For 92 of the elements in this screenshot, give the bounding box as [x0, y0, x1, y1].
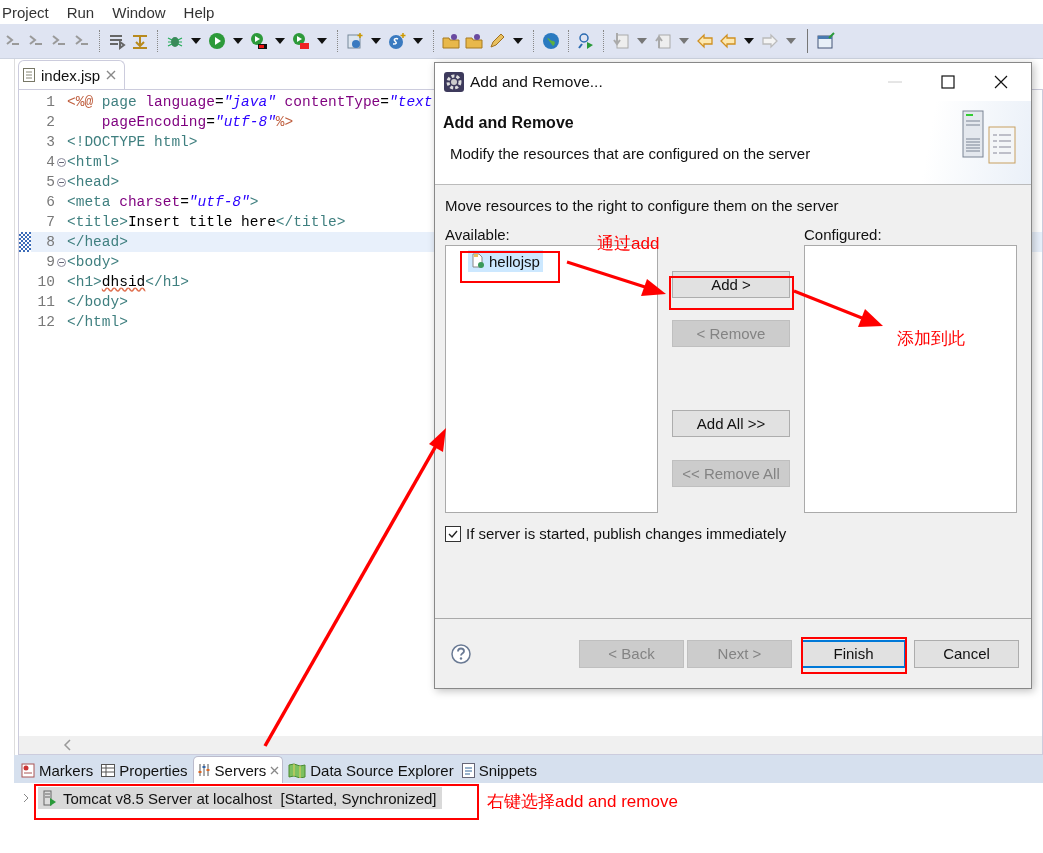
code-line: </head>: [67, 234, 128, 250]
code-line: <h1>dhsid</h1>: [67, 274, 189, 290]
view-tab[interactable]: Data Source Explorer: [285, 757, 457, 783]
back-star-icon[interactable]: [696, 32, 714, 50]
new-server-icon[interactable]: [346, 32, 364, 50]
expand-chevron-icon[interactable]: [22, 792, 30, 804]
sliders-icon: [196, 763, 211, 777]
down-document-icon[interactable]: [612, 32, 630, 50]
snippet-icon: [461, 762, 475, 778]
list-label: Configured:: [804, 226, 883, 243]
folder-icon[interactable]: [465, 32, 483, 50]
line-number: 11: [36, 294, 55, 310]
scroll-left-icon[interactable]: [63, 739, 71, 751]
s-circle-icon[interactable]: [388, 32, 406, 50]
view-tab[interactable]: Properties: [98, 757, 191, 783]
menu-item[interactable]: Project: [2, 3, 49, 21]
file-icon: [23, 68, 35, 82]
dialog-button[interactable]: Finish: [801, 639, 906, 668]
code-line: <body>: [67, 254, 120, 270]
menu-item[interactable]: Run: [66, 3, 95, 21]
line-number: 2: [45, 114, 55, 130]
view-tab[interactable]: Snippets: [458, 757, 540, 783]
line-number: 5: [45, 174, 55, 190]
code-line: <html>: [67, 154, 120, 170]
server-item[interactable]: Tomcat v8.5 Server at localhost [Started, Synchronized]: [38, 787, 442, 809]
annotation-text: 右键选择add and remove: [487, 791, 678, 813]
menu-item[interactable]: Window: [112, 3, 166, 21]
close-icon[interactable]: [993, 74, 1009, 90]
dropdown-caret-icon[interactable]: [513, 38, 523, 44]
run-badge-icon[interactable]: [250, 32, 268, 50]
line-number: 8: [45, 234, 55, 250]
dialog-description: Modify the resources that are configured on the server: [449, 145, 812, 162]
up-document-icon[interactable]: [654, 32, 672, 50]
editor-tab[interactable]: index.jsp: [18, 60, 126, 89]
menu-item[interactable]: Help: [183, 3, 215, 21]
pen-icon[interactable]: [488, 32, 506, 50]
gear-icon: [444, 72, 464, 92]
server-run-icon: [43, 790, 57, 806]
line-number: 4: [45, 154, 55, 170]
line-number: 12: [36, 314, 55, 330]
code-line: pageEncoding="utf-8"%>: [100, 114, 294, 130]
list-item[interactable]: hellojsp: [468, 250, 543, 272]
configured-list[interactable]: [804, 245, 1017, 513]
dropdown-caret-icon[interactable]: [191, 38, 201, 44]
collapse-icon[interactable]: [56, 157, 66, 167]
step-filter-icon[interactable]: [131, 32, 149, 50]
search-run-icon[interactable]: [577, 32, 595, 50]
checkbox[interactable]: [445, 525, 461, 542]
code-line: </html>: [67, 314, 128, 330]
dialog-heading: Add and Remove: [443, 114, 575, 132]
line-number: 1: [45, 94, 55, 110]
table-icon: [101, 763, 116, 777]
view-tab[interactable]: Markers: [18, 757, 97, 783]
line-number: 6: [45, 194, 55, 210]
code-line: </body>: [67, 294, 128, 310]
back-arrow-icon[interactable]: [719, 32, 737, 50]
help-icon[interactable]: [451, 643, 471, 664]
dropdown-caret-icon[interactable]: [275, 38, 285, 44]
dropdown-caret-icon[interactable]: [317, 38, 327, 44]
maximize-icon[interactable]: [940, 74, 956, 90]
lines-icon[interactable]: [108, 32, 126, 50]
code-line: <title>Insert title here</title>: [67, 214, 346, 230]
dropdown-caret-icon[interactable]: [233, 38, 243, 44]
project-icon: [471, 253, 485, 269]
window-title: Add and Remove...: [470, 73, 603, 91]
dialog-button[interactable]: Cancel: [914, 639, 1019, 668]
line-number: 10: [36, 274, 55, 290]
collapse-icon[interactable]: [56, 257, 66, 267]
dialog-button[interactable]: Add All >>: [672, 410, 790, 437]
globe-icon[interactable]: [542, 32, 560, 50]
code-line: <!DOCTYPE html>: [67, 134, 198, 150]
dropdown-caret-icon[interactable]: [371, 38, 381, 44]
folder-icon[interactable]: [442, 32, 460, 50]
map-icon: [288, 762, 307, 778]
run-toolbox-icon[interactable]: [292, 32, 310, 50]
run-icon[interactable]: [208, 32, 226, 50]
markers-icon: [21, 762, 35, 778]
annotation-text: 添加到此: [897, 328, 965, 350]
dialog-button[interactable]: Add >: [672, 271, 790, 298]
dropdown-caret-icon[interactable]: [413, 38, 423, 44]
code-line: <%@ page language="java" contentType="text: [67, 94, 433, 110]
instruction-text: Move resources to the right to configure them on the server: [445, 197, 840, 216]
line-number: 7: [45, 214, 55, 230]
checkbox-label: If server is started, publish changes immediately: [466, 525, 787, 542]
code-line: <meta charset="utf-8">: [67, 194, 259, 210]
window-icon[interactable]: [817, 32, 835, 50]
dropdown-caret-icon[interactable]: [744, 38, 754, 44]
code-line: <head>: [67, 174, 120, 190]
view-tab[interactable]: Servers: [192, 756, 284, 783]
line-number: 3: [45, 134, 55, 150]
line-number: 9: [45, 254, 55, 270]
collapse-icon[interactable]: [56, 177, 66, 187]
